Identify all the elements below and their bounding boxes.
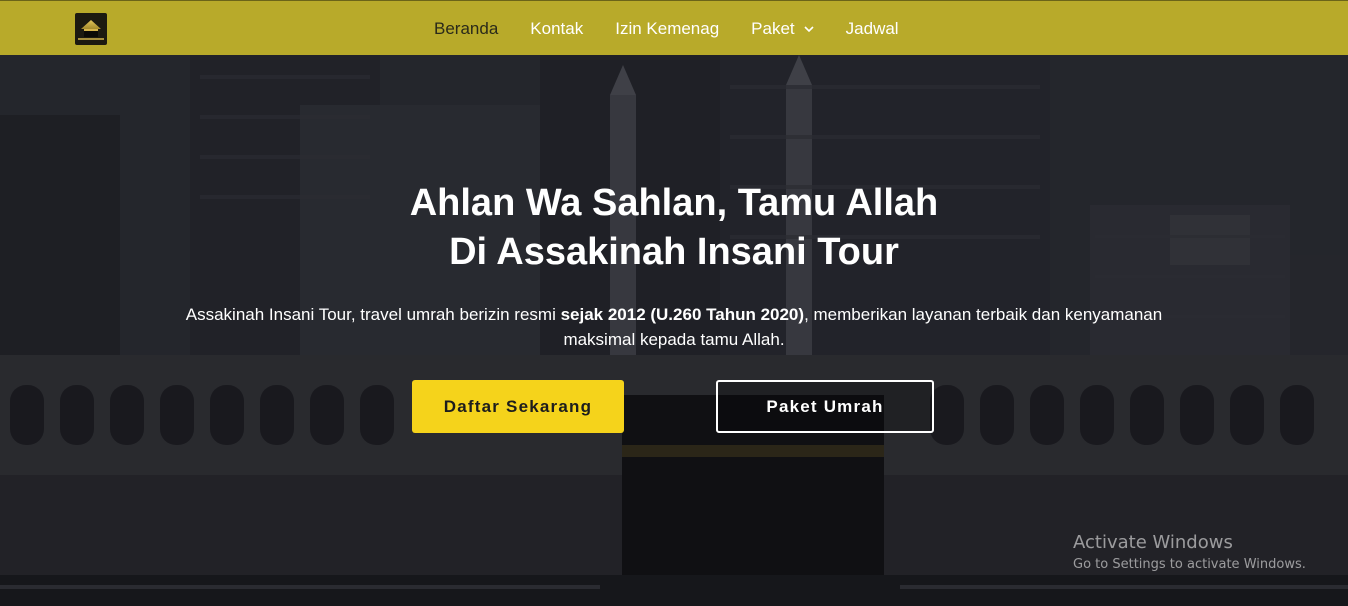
nav-menu: Beranda Kontak Izin Kemenag Paket Jadwal (418, 1, 915, 56)
page: Beranda Kontak Izin Kemenag Paket Jadwal (0, 0, 1348, 606)
nav-item-label: Jadwal (845, 18, 899, 38)
watermark-subtitle: Go to Settings to activate Windows. (1073, 557, 1306, 572)
kaaba-logo-icon[interactable] (75, 13, 107, 45)
watermark-title: Activate Windows (1073, 532, 1233, 553)
button-label: Daftar Sekarang (443, 396, 593, 416)
hero-description: Assakinah Insani Tour, travel umrah beri… (150, 302, 1198, 352)
nav-item-kontak[interactable]: Kontak (514, 19, 599, 39)
button-label: Paket Umrah (766, 396, 884, 416)
nav-item-label: Kontak (530, 18, 584, 38)
nav-item-izin-kemenag[interactable]: Izin Kemenag (599, 19, 735, 39)
windows-activation-watermark: Activate Windows Go to Settings to activ… (1073, 531, 1306, 574)
daftar-sekarang-button[interactable]: Daftar Sekarang (412, 380, 624, 433)
nav-item-paket[interactable]: Paket (735, 19, 829, 39)
nav-item-label: Izin Kemenag (615, 18, 720, 38)
paket-umrah-button[interactable]: Paket Umrah (716, 380, 934, 433)
nav-item-jadwal[interactable]: Jadwal (830, 19, 915, 39)
hero-title-line-1: Ahlan Wa Sahlan, Tamu Allah (409, 182, 939, 224)
hero-desc-license: sejak 2012 (U.260 Tahun 2020) (560, 305, 805, 324)
nav-item-label: Paket (751, 18, 795, 38)
nav-item-label: Beranda (434, 18, 499, 38)
hero-desc-prefix: Assakinah Insani Tour, travel umrah beri… (185, 305, 561, 324)
nav-item-beranda[interactable]: Beranda (418, 19, 514, 39)
navbar: Beranda Kontak Izin Kemenag Paket Jadwal (0, 0, 1348, 55)
hero-title-line-2: Di Assakinah Insani Tour (449, 231, 899, 273)
chevron-down-icon (804, 25, 814, 32)
hero-section: Ahlan Wa Sahlan, Tamu Allah Di Assakinah… (0, 55, 1348, 606)
